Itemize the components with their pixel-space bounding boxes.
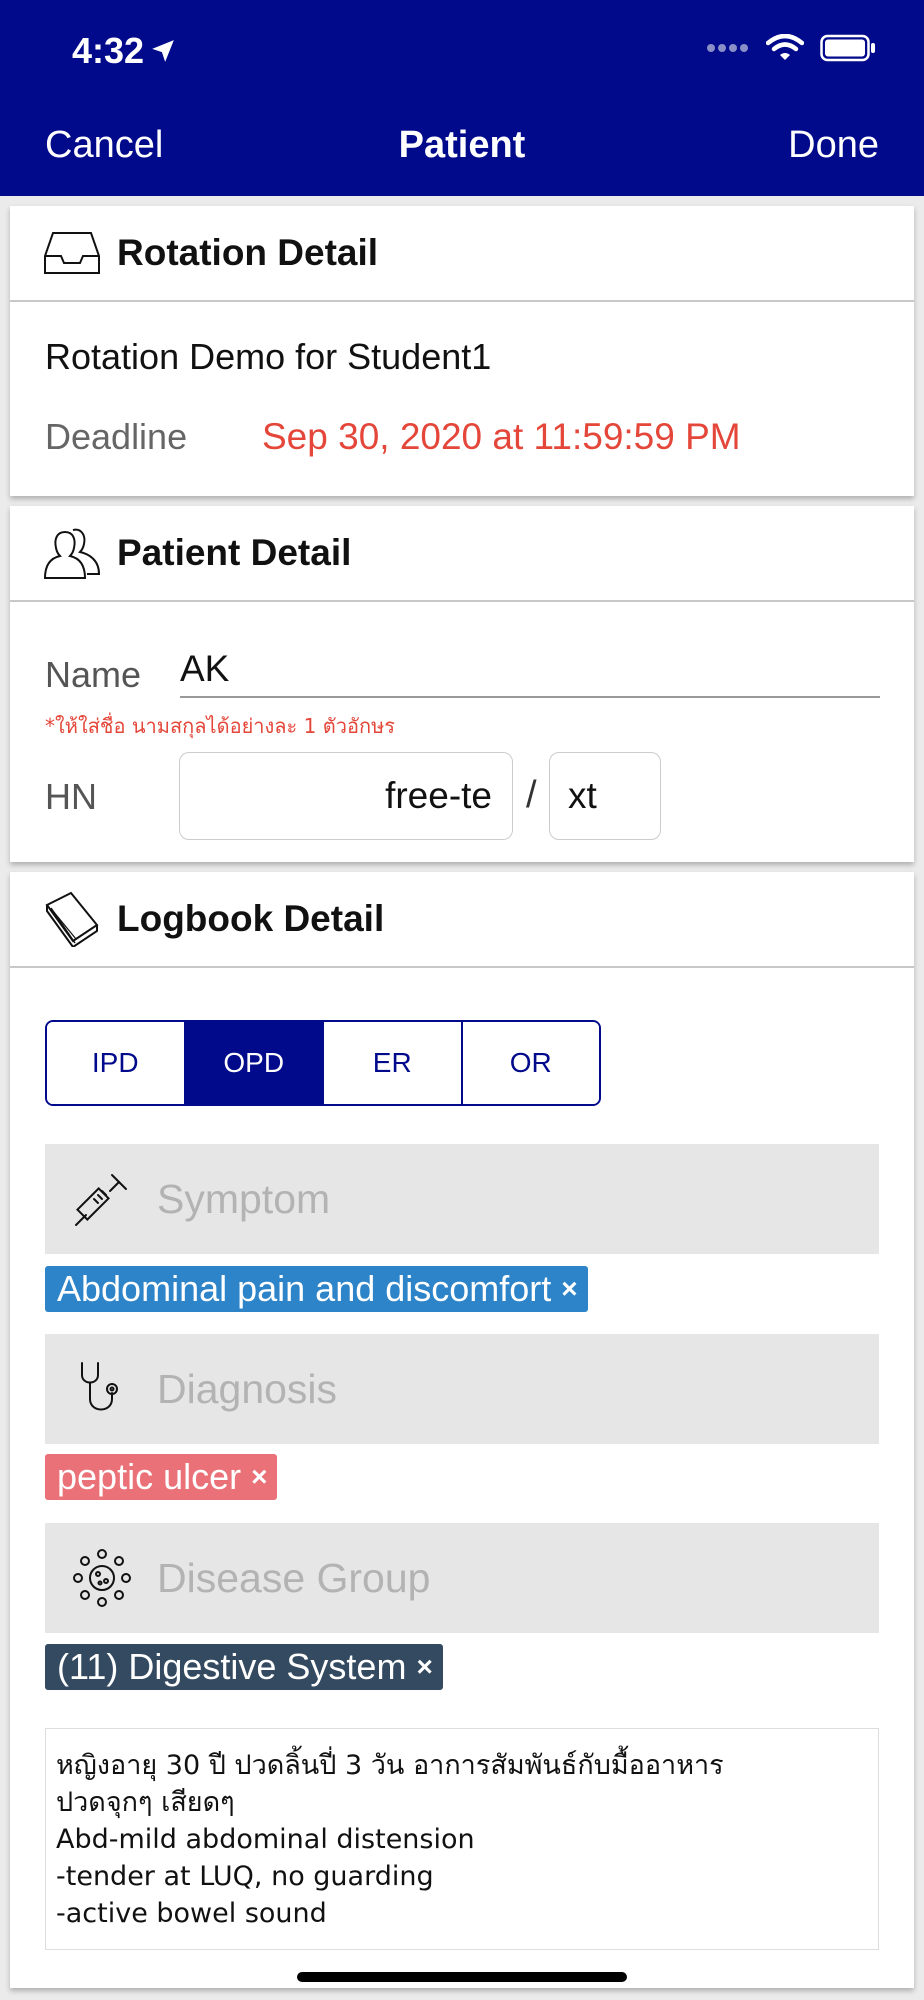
segment-or[interactable]: OR bbox=[462, 1022, 599, 1104]
disease-group-tag-remove-icon[interactable]: × bbox=[416, 1651, 432, 1683]
rotation-detail-header: Rotation Detail bbox=[10, 206, 914, 302]
status-time: 4:32 bbox=[72, 30, 176, 72]
segment-er[interactable]: ER bbox=[324, 1022, 463, 1104]
diagnosis-tag-remove-icon[interactable]: × bbox=[251, 1461, 267, 1493]
deadline-value: Sep 30, 2020 at 11:59:59 PM bbox=[262, 416, 741, 457]
hn-input-2[interactable] bbox=[549, 752, 661, 840]
rotation-name: Rotation Demo for Student1 bbox=[45, 336, 492, 377]
deadline-label: Deadline bbox=[45, 416, 188, 457]
diagnosis-placeholder: Diagnosis bbox=[157, 1365, 338, 1412]
battery-icon bbox=[820, 34, 875, 62]
name-hint: *ให้ใส่ชื่อ นามสกุลได้อย่างละ 1 ตัวอักษร bbox=[45, 714, 395, 738]
notes-textarea[interactable]: หญิงอายุ 30 ปี ปวดลิ้นปี่ 3 วัน อาการสัม… bbox=[45, 1728, 879, 1950]
disease-group-tag: (11) Digestive System × bbox=[45, 1644, 443, 1690]
case-type-segmented-control: IPD OPD ER OR bbox=[45, 1020, 601, 1106]
wifi-icon bbox=[766, 34, 804, 60]
logbook-detail-header: Logbook Detail bbox=[10, 872, 914, 968]
diagnosis-tag-label: peptic ulcer bbox=[57, 1456, 242, 1497]
segment-opd[interactable]: OPD bbox=[185, 1022, 324, 1104]
status-time-text: 4:32 bbox=[72, 30, 145, 71]
symptom-placeholder: Symptom bbox=[157, 1175, 331, 1222]
disease-group-placeholder: Disease Group bbox=[157, 1554, 431, 1601]
patient-detail-header: Patient Detail bbox=[10, 506, 914, 602]
disease-group-tag-label: (11) Digestive System bbox=[57, 1646, 407, 1687]
inbox-tray-icon bbox=[44, 232, 100, 274]
rotation-detail-card: Rotation Detail Rotation Demo for Studen… bbox=[10, 206, 914, 496]
patient-detail-card: Patient Detail Name *ให้ใส่ชื่อ นามสกุลไ… bbox=[10, 506, 914, 862]
name-label: Name bbox=[45, 654, 142, 695]
name-input[interactable] bbox=[180, 642, 880, 698]
done-button[interactable]: Done bbox=[788, 124, 879, 167]
symptom-tag-label: Abdominal pain and discomfort bbox=[57, 1268, 552, 1309]
symptom-field[interactable]: Symptom bbox=[45, 1144, 879, 1254]
status-icons bbox=[706, 34, 876, 62]
symptom-tag: Abdominal pain and discomfort × bbox=[45, 1266, 588, 1312]
stethoscope-icon bbox=[81, 1362, 118, 1411]
logbook-detail-title: Logbook Detail bbox=[117, 898, 385, 939]
rotation-detail-title: Rotation Detail bbox=[117, 232, 379, 273]
book-icon bbox=[45, 891, 99, 947]
syringe-icon bbox=[75, 1174, 127, 1226]
signal-icon bbox=[707, 44, 748, 52]
diagnosis-field[interactable]: Diagnosis bbox=[45, 1334, 879, 1444]
segment-ipd[interactable]: IPD bbox=[47, 1022, 186, 1104]
location-arrow-icon bbox=[152, 40, 174, 62]
home-indicator bbox=[297, 1972, 627, 1982]
virus-icon bbox=[73, 1549, 131, 1607]
diagnosis-tag: peptic ulcer × bbox=[45, 1454, 278, 1500]
hn-input-1[interactable] bbox=[179, 752, 513, 840]
hn-separator: / bbox=[526, 774, 537, 816]
navigation-bar: 4:32 Cancel Patient Done bbox=[0, 0, 924, 196]
cancel-button[interactable]: Cancel bbox=[45, 124, 163, 167]
users-icon bbox=[43, 528, 101, 579]
page-title: Patient bbox=[398, 124, 526, 166]
disease-group-field[interactable]: Disease Group bbox=[45, 1523, 879, 1633]
symptom-tag-remove-icon[interactable]: × bbox=[561, 1273, 577, 1305]
patient-detail-title: Patient Detail bbox=[117, 532, 352, 573]
logbook-detail-card: Logbook Detail IPD OPD ER OR Symptom Abd… bbox=[10, 872, 914, 1988]
hn-label: HN bbox=[45, 776, 97, 817]
